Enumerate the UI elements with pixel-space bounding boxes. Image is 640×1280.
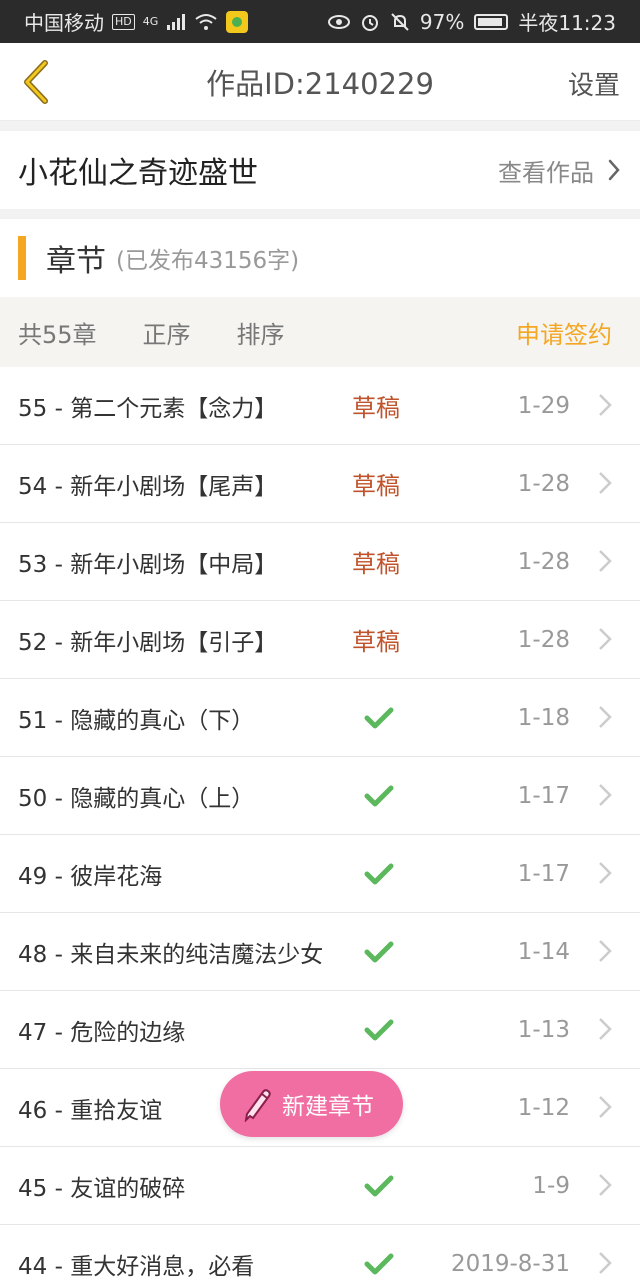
apply-sign-button[interactable]: 申请签约 (516, 315, 612, 350)
chapter-title: 46 - 重拾友谊 (18, 1097, 163, 1124)
chapter-list: 55 - 第二个元素【念力】 草稿 1-29 54 - 新年小剧场【尾声】 草稿… (0, 367, 640, 1280)
draft-status: 草稿 (352, 628, 400, 656)
battery-icon (474, 13, 509, 30)
published-check-icon (364, 785, 394, 807)
chevron-right-icon (599, 1174, 612, 1196)
published-check-icon (364, 941, 394, 963)
chapter-date: 1-14 (517, 938, 570, 965)
back-button[interactable] (16, 57, 56, 107)
chevron-right-icon (599, 1096, 612, 1118)
new-chapter-button[interactable]: 新建章节 (220, 1071, 403, 1137)
settings-button[interactable]: 设置 (568, 65, 620, 102)
network-type: 4G (142, 15, 159, 28)
work-title: 小花仙之奇迹盛世 (18, 156, 258, 191)
chapter-title: 45 - 友谊的破碎 (18, 1175, 186, 1202)
chapter-date: 1-17 (517, 782, 570, 809)
wifi-icon (195, 13, 217, 30)
chapter-row[interactable]: 53 - 新年小剧场【中局】 草稿 1-28 (0, 523, 640, 601)
chevron-right-icon (599, 394, 612, 416)
chapter-date: 1-18 (517, 704, 570, 731)
chevron-left-icon (24, 60, 48, 104)
sort-button[interactable]: 排序 (237, 315, 285, 350)
chapter-row[interactable]: 45 - 友谊的破碎 1-9 (0, 1147, 640, 1225)
chapter-date: 1-28 (517, 548, 570, 575)
status-bar: 中国移动 HD 4G 97% 半夜11:23 (0, 0, 640, 43)
chevron-right-icon (599, 550, 612, 572)
chapter-date: 2019-8-31 (450, 1250, 570, 1277)
mute-icon (391, 12, 409, 31)
published-check-icon (364, 863, 394, 885)
chapter-row[interactable]: 52 - 新年小剧场【引子】 草稿 1-28 (0, 601, 640, 679)
chapter-title: 49 - 彼岸花海 (18, 863, 163, 890)
chapter-count: 共55章 (18, 320, 97, 349)
chapter-date: 1-17 (517, 860, 570, 887)
eye-icon (327, 14, 350, 29)
chapter-title: 52 - 新年小剧场【引子】 (18, 629, 278, 656)
chapter-title: 54 - 新年小剧场【尾声】 (18, 473, 278, 500)
pencil-icon (244, 1089, 271, 1122)
chevron-right-icon (599, 862, 612, 884)
chapter-title: 53 - 新年小剧场【中局】 (18, 551, 278, 578)
chapters-word-count: (已发布43156字) (116, 248, 300, 274)
chapter-date: 1-28 (517, 470, 570, 497)
chevron-right-icon (599, 628, 612, 650)
chevron-right-icon (599, 940, 612, 962)
battery-percent: 97% (419, 9, 465, 34)
published-check-icon (364, 1253, 394, 1275)
clock: 半夜11:23 (518, 11, 616, 35)
chapters-section-header: 章节 (已发布43156字) (0, 219, 640, 297)
chapter-toolbar: 共55章 正序 排序 申请签约 (0, 297, 640, 367)
chapter-date: 1-9 (532, 1172, 570, 1199)
chapters-title: 章节 (46, 244, 106, 279)
section-accent-bar (18, 236, 26, 280)
hd-badge: HD (112, 13, 135, 30)
chapter-row[interactable]: 50 - 隐藏的真心（上） 1-17 (0, 757, 640, 835)
order-button[interactable]: 正序 (143, 315, 191, 350)
signal-icon (167, 13, 186, 30)
new-chapter-label: 新建章节 (282, 1094, 374, 1120)
chapter-date: 1-28 (517, 626, 570, 653)
chevron-right-icon (608, 159, 620, 181)
view-work-label: 查看作品 (498, 158, 594, 187)
chapter-row[interactable]: 47 - 危险的边缘 1-13 (0, 991, 640, 1069)
chapter-title: 44 - 重大好消息，必看 (18, 1253, 255, 1280)
carrier-label: 中国移动 (24, 11, 104, 35)
chapter-row[interactable]: 55 - 第二个元素【念力】 草稿 1-29 (0, 367, 640, 445)
chevron-right-icon (599, 706, 612, 728)
draft-status: 草稿 (352, 472, 400, 500)
chapter-date: 1-13 (517, 1016, 570, 1043)
chevron-right-icon (599, 472, 612, 494)
app-notification-icon (226, 10, 249, 33)
chapter-title: 48 - 来自未来的纯洁魔法少女 (18, 941, 324, 968)
chapter-title: 55 - 第二个元素【念力】 (18, 395, 278, 422)
chevron-right-icon (599, 1018, 612, 1040)
chapter-row[interactable]: 44 - 重大好消息，必看 2019-8-31 (0, 1225, 640, 1280)
work-row[interactable]: 小花仙之奇迹盛世 查看作品 (0, 131, 640, 209)
chevron-right-icon (599, 1252, 612, 1274)
alarm-icon (361, 14, 378, 31)
published-check-icon (364, 1019, 394, 1041)
view-work-link[interactable]: 查看作品 (498, 153, 620, 188)
chapter-row[interactable]: 51 - 隐藏的真心（下） 1-18 (0, 679, 640, 757)
page-title: 作品ID:2140229 (206, 66, 434, 101)
chapter-row[interactable]: 48 - 来自未来的纯洁魔法少女 1-14 (0, 913, 640, 991)
chapter-title: 50 - 隐藏的真心（上） (18, 785, 255, 812)
draft-status: 草稿 (352, 550, 400, 578)
chevron-right-icon (599, 784, 612, 806)
chapter-title: 47 - 危险的边缘 (18, 1019, 186, 1046)
chapter-title: 51 - 隐藏的真心（下） (18, 707, 255, 734)
chapter-row[interactable]: 54 - 新年小剧场【尾声】 草稿 1-28 (0, 445, 640, 523)
published-check-icon (364, 1175, 394, 1197)
chapter-date: 1-29 (517, 392, 570, 419)
draft-status: 草稿 (352, 394, 400, 422)
chapter-date: 1-12 (517, 1094, 570, 1121)
app-header: 作品ID:2140229 设置 (0, 43, 640, 121)
chapter-row[interactable]: 49 - 彼岸花海 1-17 (0, 835, 640, 913)
published-check-icon (364, 707, 394, 729)
